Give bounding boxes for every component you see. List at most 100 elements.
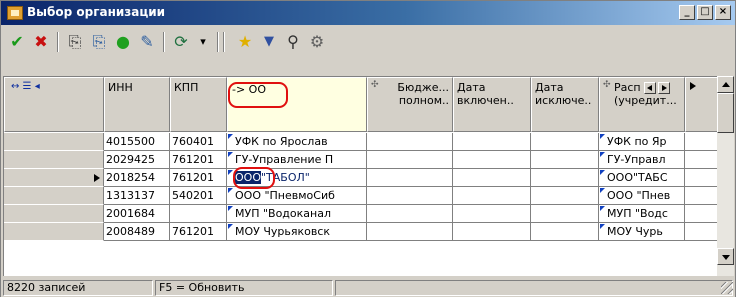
- cell-rasp[interactable]: ГУ-Управл: [599, 151, 685, 169]
- cell-rasp[interactable]: ООО"ТАБС: [599, 169, 685, 187]
- resize-grip-icon[interactable]: [721, 282, 733, 294]
- row-indicator[interactable]: [4, 133, 104, 151]
- minimize-button[interactable]: _: [679, 5, 695, 20]
- cell-rasp[interactable]: УФК по Яр: [599, 133, 685, 151]
- row-indicator[interactable]: [4, 169, 104, 187]
- row-indicator[interactable]: [4, 187, 104, 205]
- cell-budget[interactable]: [367, 187, 453, 205]
- cell-budget[interactable]: [367, 205, 453, 223]
- delete-icon[interactable]: ✖: [31, 32, 51, 52]
- maximize-button[interactable]: □: [697, 5, 713, 20]
- cell-kpp[interactable]: 761201: [170, 151, 227, 169]
- cell-rasp[interactable]: МОУ Чурь: [599, 223, 685, 241]
- cell-inn[interactable]: 2018254: [104, 169, 170, 187]
- cell-date-out[interactable]: [531, 151, 599, 169]
- column-header-inn[interactable]: ИНН: [104, 77, 170, 132]
- cell-name[interactable]: МОУ Чурьяковск: [227, 223, 367, 241]
- edit-icon[interactable]: ✎: [137, 32, 157, 52]
- cell-more[interactable]: [685, 169, 718, 187]
- column-header-date-out[interactable]: Дата исключе..: [531, 77, 599, 132]
- column-scroll-left-button[interactable]: [644, 82, 656, 94]
- check-icon[interactable]: ✔: [7, 32, 27, 52]
- record-count: 8220 записей: [3, 280, 153, 296]
- row-indicator[interactable]: [4, 205, 104, 223]
- cell-budget[interactable]: [367, 133, 453, 151]
- column-header-more[interactable]: [685, 77, 718, 132]
- copy-icon[interactable]: ⎘: [65, 32, 85, 52]
- column-chooser-icon[interactable]: ↔ ☰ ◂: [11, 81, 40, 92]
- grid-corner: ↔ ☰ ◂: [4, 77, 104, 132]
- cell-kpp[interactable]: 540201: [170, 187, 227, 205]
- column-header-date-in[interactable]: Дата включен..: [453, 77, 531, 132]
- title-bar: Выбор организации _ □ ×: [1, 1, 735, 25]
- cell-more[interactable]: [685, 205, 718, 223]
- cell-inn[interactable]: 2001684: [104, 205, 170, 223]
- cell-date-in[interactable]: [453, 223, 531, 241]
- cell-budget[interactable]: [367, 223, 453, 241]
- toolbar-separator: [163, 32, 165, 52]
- paste-icon[interactable]: ⎘: [89, 32, 109, 52]
- binoculars-icon[interactable]: ⚲: [283, 32, 303, 52]
- scroll-thumb[interactable]: [717, 93, 734, 133]
- cell-date-in[interactable]: [453, 187, 531, 205]
- status-bar: 8220 записей F5 = Обновить: [1, 279, 735, 297]
- cell-kpp[interactable]: [170, 205, 227, 223]
- cell-budget[interactable]: [367, 169, 453, 187]
- toolbar: ✔ ✖ ⎘ ⎘ ● ✎ ⟳ ▾ ★ ▼ ⚲ ⚙: [1, 26, 735, 56]
- pin-icon: ✣: [371, 80, 379, 90]
- cell-date-in[interactable]: [453, 205, 531, 223]
- cell-date-out[interactable]: [531, 133, 599, 151]
- column-header-rasp[interactable]: ✣ Расп (учредит...: [599, 77, 685, 132]
- window-title: Выбор организации: [27, 5, 166, 19]
- cell-more[interactable]: [685, 151, 718, 169]
- cell-name[interactable]: ООО "ПневмоСиб: [227, 187, 367, 205]
- column-header-budget[interactable]: ✣ Бюдже... полном..: [367, 77, 453, 132]
- current-row-arrow-icon: [94, 174, 100, 182]
- cell-inn[interactable]: 1313137: [104, 187, 170, 205]
- cell-budget[interactable]: [367, 151, 453, 169]
- settings-icon[interactable]: ⚙: [307, 32, 327, 52]
- cell-kpp[interactable]: 760401: [170, 133, 227, 151]
- cell-name[interactable]: МУП "Водоканал: [227, 205, 367, 223]
- toolbar-separator: [223, 32, 225, 52]
- row-indicator[interactable]: [4, 223, 104, 241]
- refresh-icon[interactable]: ⟳: [171, 32, 191, 52]
- cell-date-in[interactable]: [453, 151, 531, 169]
- cell-kpp[interactable]: 761201: [170, 223, 227, 241]
- scroll-up-button[interactable]: [717, 76, 734, 93]
- row-indicator[interactable]: [4, 151, 104, 169]
- add-icon[interactable]: ●: [113, 32, 133, 52]
- cell-rasp[interactable]: МУП "Водс: [599, 205, 685, 223]
- close-button[interactable]: ×: [715, 5, 731, 20]
- column-header-kpp[interactable]: КПП: [170, 77, 227, 132]
- cell-rasp[interactable]: ООО "Пнев: [599, 187, 685, 205]
- vertical-scrollbar[interactable]: [717, 76, 734, 276]
- cell-more[interactable]: [685, 133, 718, 151]
- annotation-circle: [228, 82, 288, 108]
- cell-date-in[interactable]: [453, 169, 531, 187]
- filter-icon[interactable]: ▼: [259, 32, 279, 52]
- cell-date-out[interactable]: [531, 169, 599, 187]
- status-empty-panel: [335, 280, 733, 296]
- cell-name[interactable]: УФК по Ярослав: [227, 133, 367, 151]
- cell-inn[interactable]: 2008489: [104, 223, 170, 241]
- favorite-star-icon[interactable]: ★: [235, 32, 255, 52]
- cell-inn[interactable]: 2029425: [104, 151, 170, 169]
- cell-kpp[interactable]: 761201: [170, 169, 227, 187]
- dropdown-icon[interactable]: ▾: [193, 32, 213, 52]
- organizations-grid: ↔ ☰ ◂ ИНН КПП -> ОО ✣ Бюдже... полном.. …: [3, 76, 718, 276]
- scroll-right-icon[interactable]: [690, 82, 696, 90]
- folder-icon: [7, 6, 23, 20]
- cell-date-out[interactable]: [531, 205, 599, 223]
- cell-inn[interactable]: 4015500: [104, 133, 170, 151]
- toolbar-separator: [217, 32, 219, 52]
- cell-more[interactable]: [685, 223, 718, 241]
- cell-date-in[interactable]: [453, 133, 531, 151]
- pin-icon: ✣: [603, 80, 611, 90]
- cell-date-out[interactable]: [531, 187, 599, 205]
- toolbar-separator: [57, 32, 59, 52]
- cell-date-out[interactable]: [531, 223, 599, 241]
- scroll-down-button[interactable]: [717, 248, 734, 265]
- cell-more[interactable]: [685, 187, 718, 205]
- column-scroll-right-button[interactable]: [658, 82, 670, 94]
